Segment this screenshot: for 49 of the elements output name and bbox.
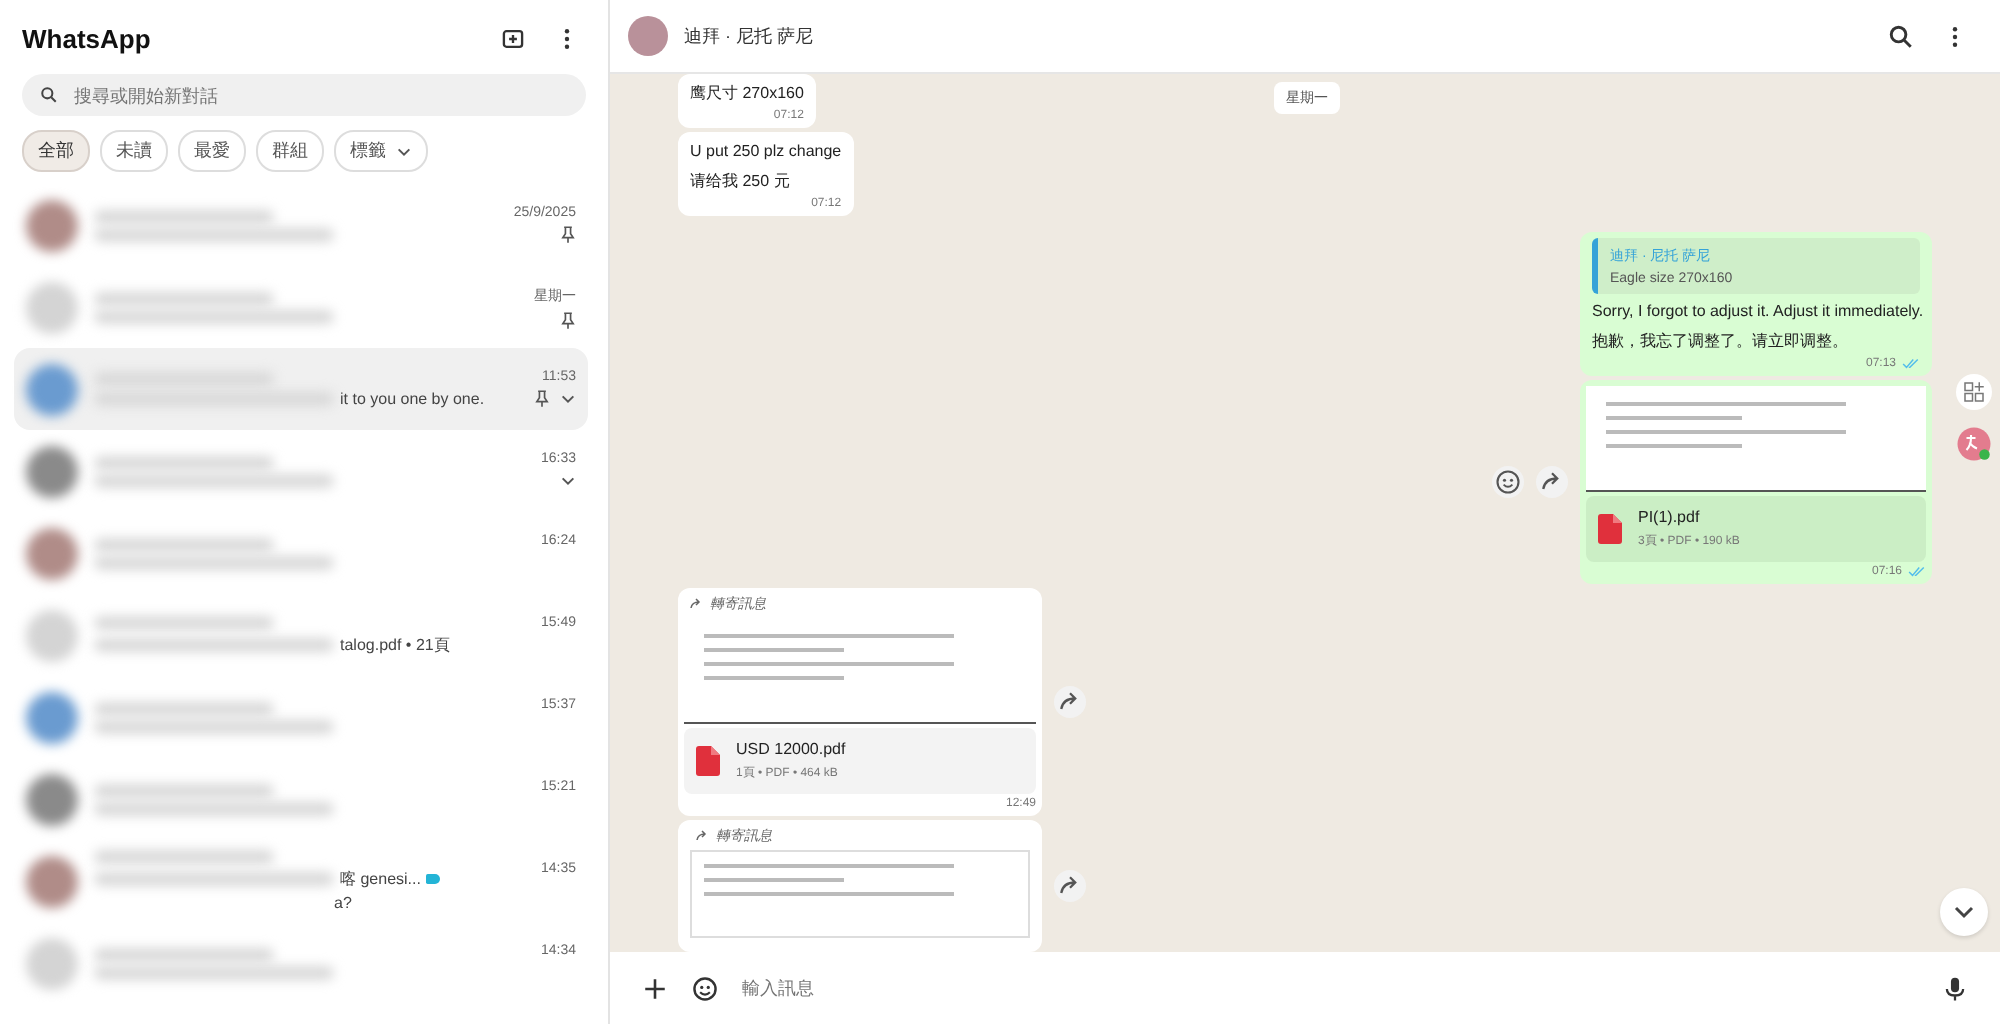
message-preview: a? xyxy=(332,894,354,912)
blurred-avatar xyxy=(26,609,78,661)
file-name: PI(1).pdf xyxy=(1638,508,1702,526)
search-bar[interactable]: 搜尋或開始新對話 xyxy=(22,74,586,116)
blurred-avatar xyxy=(26,445,78,497)
app-title: WhatsApp xyxy=(22,23,153,53)
pdf-file-icon xyxy=(1598,514,1622,544)
blurred-avatar xyxy=(26,527,78,579)
blurred-avatar xyxy=(26,691,78,743)
message-preview: talog.pdf • 21頁 xyxy=(340,633,450,655)
blurred-avatar xyxy=(26,937,78,989)
sticker-icon[interactable] xyxy=(692,975,718,1001)
file-name: USD 12000.pdf xyxy=(736,740,846,758)
scroll-down-button[interactable] xyxy=(1940,888,1988,936)
message-text: U put 250 plz change xyxy=(690,140,842,164)
translate-icon[interactable] xyxy=(1956,426,1992,462)
contact-avatar[interactable] xyxy=(628,16,668,56)
microphone-icon[interactable] xyxy=(1942,975,1968,1001)
chevron-down-icon[interactable] xyxy=(560,390,576,408)
forward-icon[interactable] xyxy=(1054,870,1086,902)
forward-icon[interactable] xyxy=(1054,686,1086,718)
filter-chip[interactable]: 全部 xyxy=(22,130,90,172)
search-icon xyxy=(40,86,58,104)
blurred-avatar xyxy=(26,855,78,907)
forward-icon xyxy=(688,596,704,612)
emoji-icon[interactable] xyxy=(1492,466,1524,498)
blurred-avatar xyxy=(26,199,78,251)
blurred-avatar xyxy=(26,773,78,825)
forward-icon xyxy=(694,828,710,844)
chevron-down-icon[interactable] xyxy=(560,472,576,490)
blurred-avatar xyxy=(26,281,78,333)
plus-icon[interactable] xyxy=(642,975,668,1001)
forward-icon[interactable] xyxy=(1536,466,1568,498)
apps-grid-icon[interactable] xyxy=(1956,374,1992,410)
message-text: 请给我 250 元 xyxy=(690,170,792,194)
pdf-file-icon xyxy=(696,746,720,776)
message-preview: it to you one by one. xyxy=(340,389,485,407)
search-field[interactable]: 搜尋或開始新對話 xyxy=(74,85,568,105)
message-text: 抱歉，我忘了调整了。请立即调整。 xyxy=(1592,330,1850,354)
new-chat-icon[interactable] xyxy=(500,25,526,51)
filter-chip[interactable]: 標籤 xyxy=(334,130,428,172)
filter-chip[interactable]: 未讀 xyxy=(100,130,168,172)
blurred-avatar xyxy=(26,363,78,415)
message-preview: 喀 genesi... xyxy=(340,868,421,890)
filter-chip[interactable]: 群組 xyxy=(256,130,324,172)
message-text: 鹰尺寸 270x160 xyxy=(690,82,804,106)
search-icon[interactable] xyxy=(1888,23,1914,49)
filter-chip[interactable]: 最愛 xyxy=(178,130,246,172)
message-text: Sorry, I forgot to adjust it. Adjust it immediately. xyxy=(1592,300,1920,324)
